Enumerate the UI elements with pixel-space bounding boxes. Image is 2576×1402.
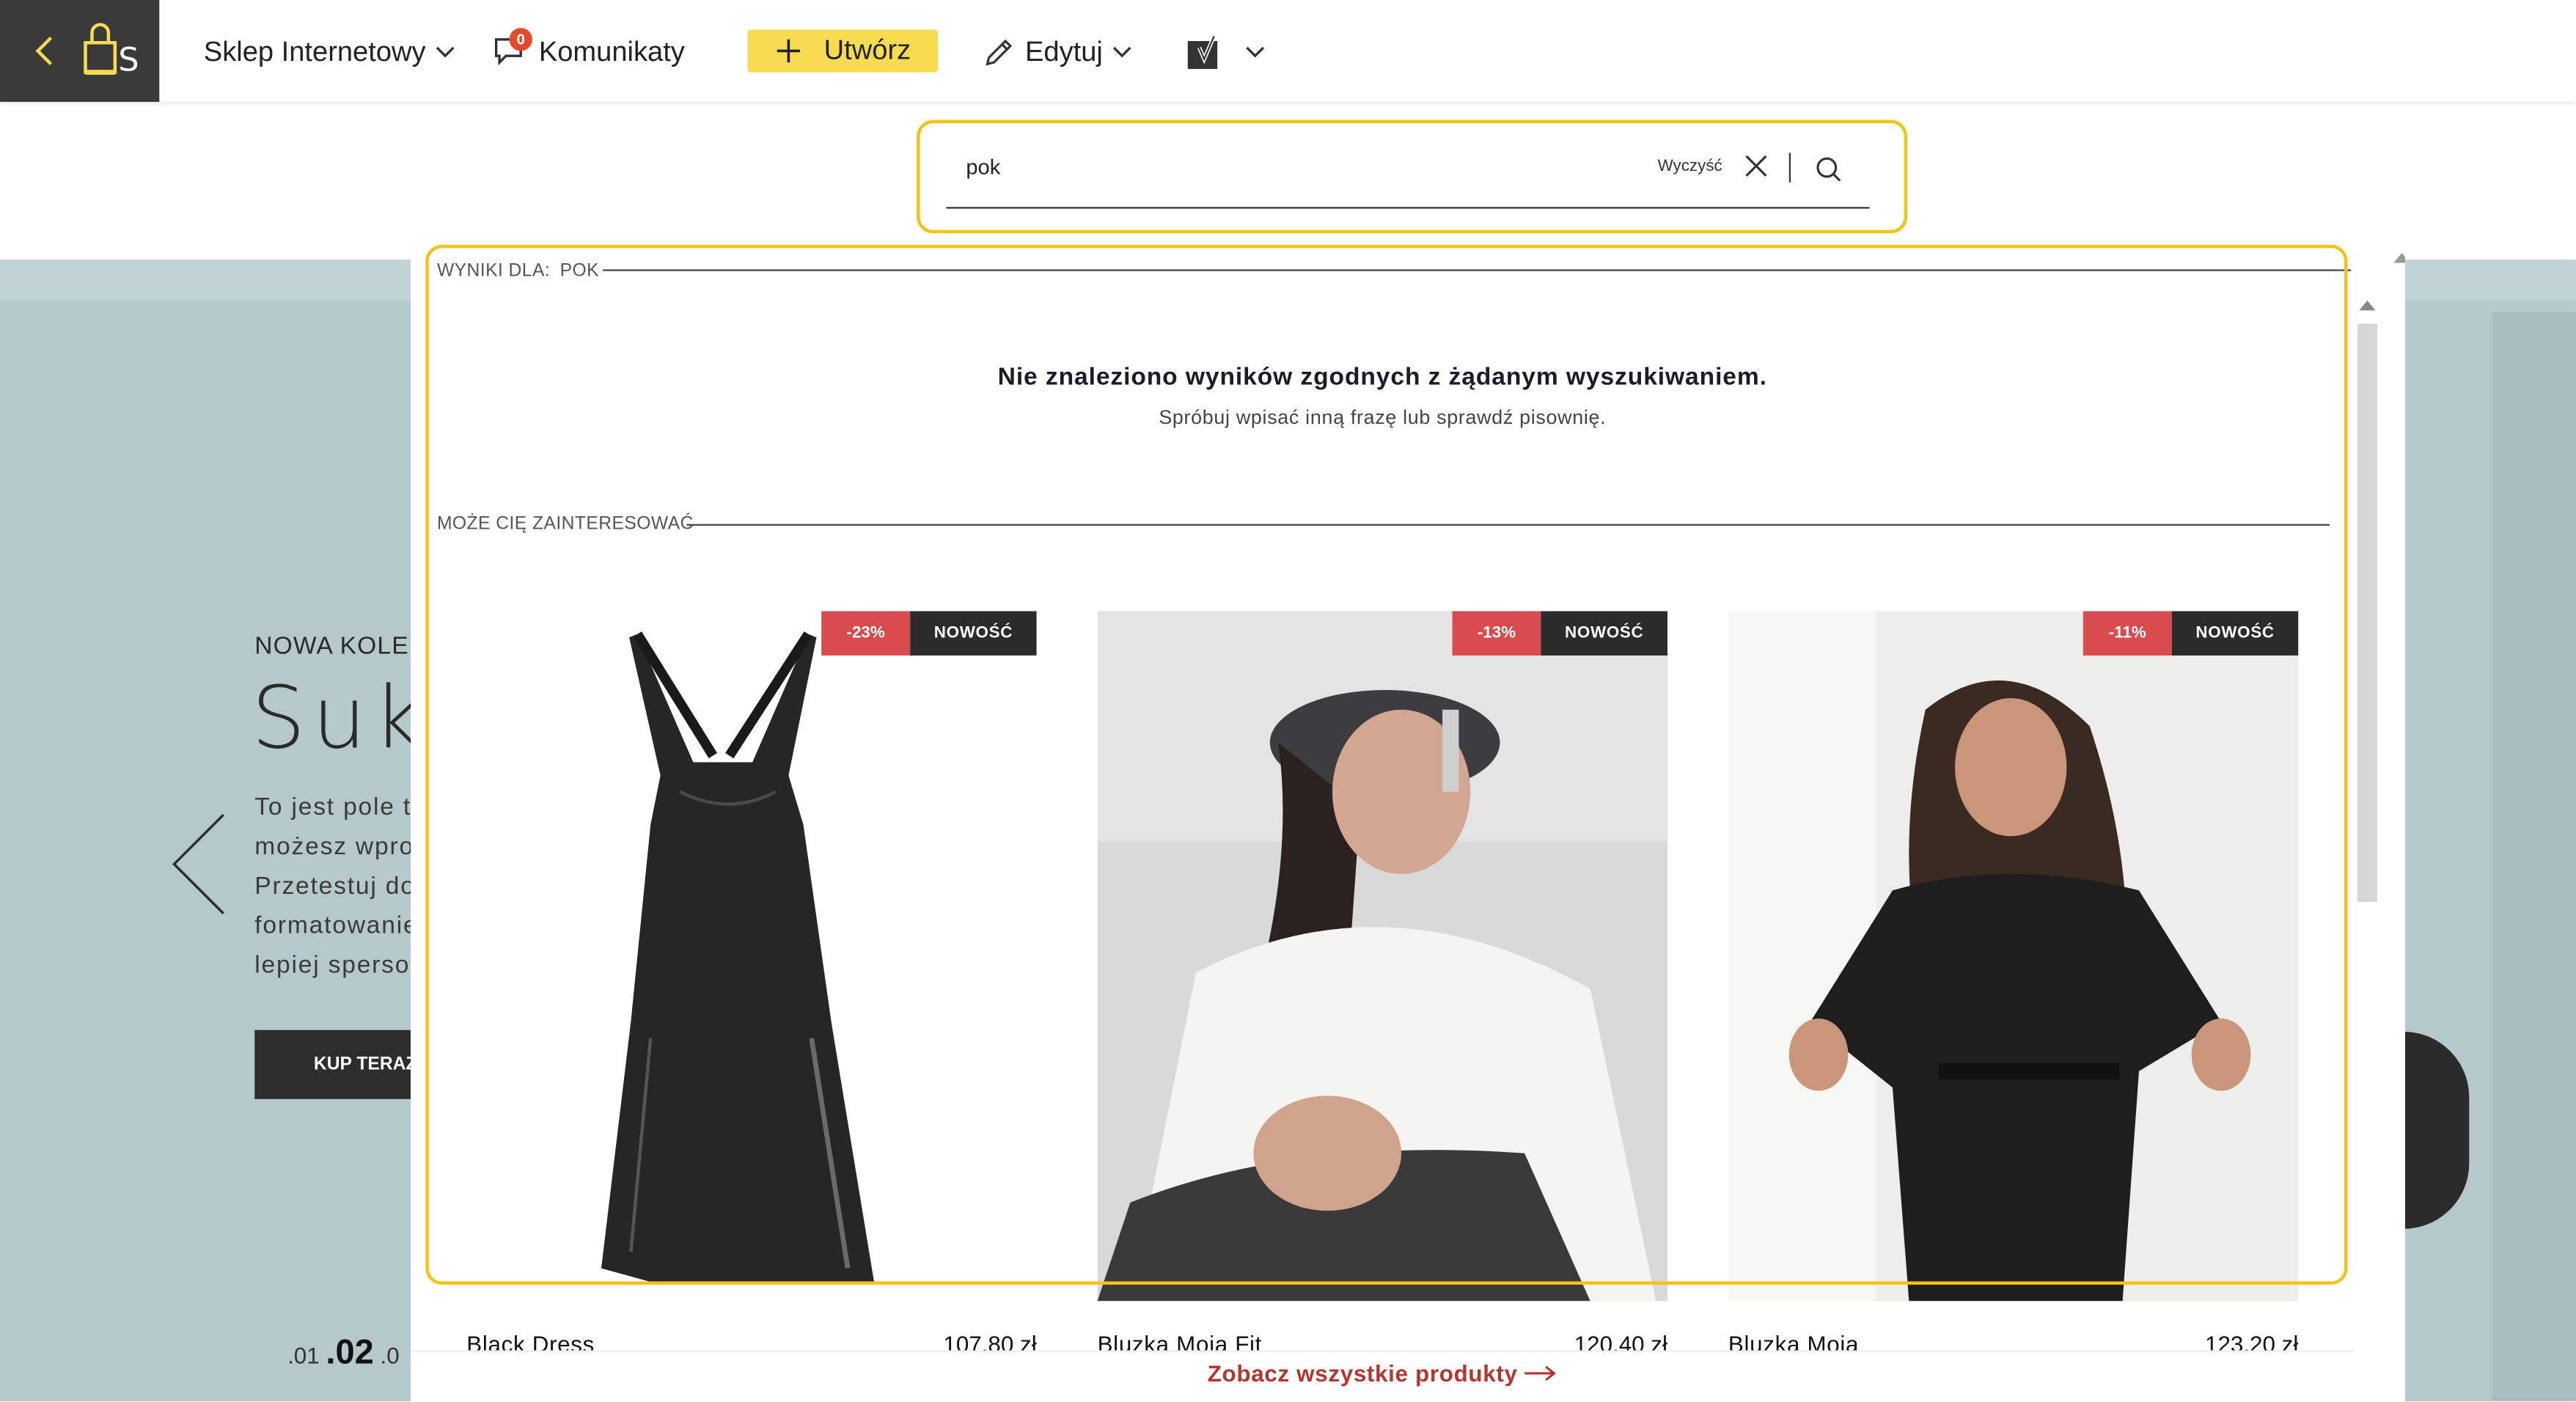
chevron-down-icon (1246, 46, 1265, 58)
create-button[interactable]: Utwórz (747, 29, 939, 73)
hero-text-line: formatowanie (254, 911, 411, 940)
admin-toolbar: S Sklep Internetowy 0 Komunikaty Utwórz … (0, 0, 2576, 102)
search-results-dropdown: WYNIKI DLA: POK Nie znaleziono wyników zg… (411, 246, 2405, 1402)
store-menu[interactable]: Sklep Internetowy (204, 33, 455, 73)
search-input[interactable] (966, 154, 1459, 180)
hero-text-line: lepiej sperson (254, 951, 411, 980)
notifications-badge: 0 (509, 28, 532, 51)
product-image[interactable]: -23% NOWOŚĆ (466, 611, 1037, 1302)
notifications-label: Komunikaty (538, 36, 685, 67)
plus-icon (776, 39, 800, 63)
pager-current: .02 (326, 1334, 374, 1372)
yoast-icon (1187, 35, 1218, 70)
discount-badge: -13% (1452, 611, 1541, 656)
divider (603, 269, 2352, 271)
arrow-right-icon (1524, 1365, 1556, 1381)
logo-letter: S (118, 39, 139, 79)
seo-plugin-menu[interactable] (1186, 33, 1266, 73)
chevron-up-icon[interactable] (2393, 253, 2405, 263)
divider (686, 524, 2330, 526)
product-image[interactable]: -13% NOWOŚĆ (1097, 611, 1668, 1302)
store-menu-label: Sklep Internetowy (203, 36, 426, 67)
no-results-title: Nie znaleziono wyników zgodnych z żądany… (997, 363, 1767, 392)
search-icon[interactable] (1816, 156, 1842, 183)
new-badge: NOWOŚĆ (910, 611, 1037, 656)
scrollbar-thumb[interactable] (2357, 323, 2377, 902)
model-photo (1097, 611, 1668, 1302)
hero-title: Suk (251, 670, 429, 769)
close-icon[interactable] (1744, 155, 1767, 177)
shopping-bag-icon (84, 23, 117, 75)
dropdown-footer: Zobacz wszystkie produkty (411, 1350, 2355, 1402)
notifications-icon-wrap: 0 (493, 28, 532, 70)
chevron-left-icon[interactable] (171, 812, 227, 917)
discount-badge: -11% (2083, 611, 2172, 656)
chevron-down-icon (1113, 46, 1132, 58)
hero-buy-button[interactable]: KUP TERAZ (254, 1030, 411, 1099)
chevron-up-icon[interactable] (2359, 300, 2376, 311)
model-photo (1728, 611, 2299, 1302)
edit-label: Edytuj (1025, 36, 1103, 67)
hero-image-fragment (2403, 1031, 2470, 1229)
hero-description: To jest pole te możesz wprow Przetestuj … (254, 788, 411, 986)
store-logo[interactable]: S (0, 0, 160, 102)
results-query: POK (559, 261, 600, 282)
no-results-hint: Spróbuj wpisać inną frazę lub sprawdź pi… (1159, 405, 1607, 429)
recommendations-heading: MOŻE CIĘ ZAINTERESOWAĆ (436, 514, 694, 535)
results-heading: WYNIKI DLA: POK (437, 261, 599, 281)
notifications-button[interactable]: 0 Komunikaty (493, 28, 685, 73)
chevron-down-icon (436, 46, 455, 58)
results-label: WYNIKI DLA: (436, 261, 551, 282)
pencil-icon (986, 39, 1013, 66)
search-separator (1788, 153, 1791, 183)
see-all-products-link[interactable]: Zobacz wszystkie produkty (411, 1360, 2354, 1387)
pager-prev[interactable]: .01 (287, 1342, 320, 1368)
dress-illustration (466, 611, 1037, 1302)
create-label: Utwórz (823, 34, 911, 66)
edit-menu[interactable]: Edytuj (983, 33, 1132, 73)
product-badges: -23% NOWOŚĆ (821, 611, 1037, 656)
discount-badge: -23% (821, 611, 911, 656)
search-clear-label[interactable]: Wyczyść (1658, 158, 1722, 176)
hero-text-line: możesz wprow (254, 832, 411, 861)
see-all-label: Zobacz wszystkie produkty (1207, 1360, 1518, 1387)
hero-pager: .01 .02 .0 (287, 1334, 411, 1373)
product-badges: -11% NOWOŚĆ (2083, 611, 2299, 656)
product-badges: -13% NOWOŚĆ (1452, 611, 1668, 656)
search-underline (946, 207, 1870, 209)
new-badge: NOWOŚĆ (1541, 611, 1668, 656)
hero-text-line: To jest pole te (254, 793, 411, 822)
hero-text-line: Przetestuj do (254, 872, 411, 900)
hero-image-edge (2492, 312, 2576, 1402)
product-image[interactable]: -11% NOWOŚĆ (1728, 611, 2299, 1302)
chevron-left-icon[interactable] (33, 33, 56, 69)
pager-next[interactable]: .0 (381, 1342, 400, 1368)
new-badge: NOWOŚĆ (2171, 611, 2299, 656)
